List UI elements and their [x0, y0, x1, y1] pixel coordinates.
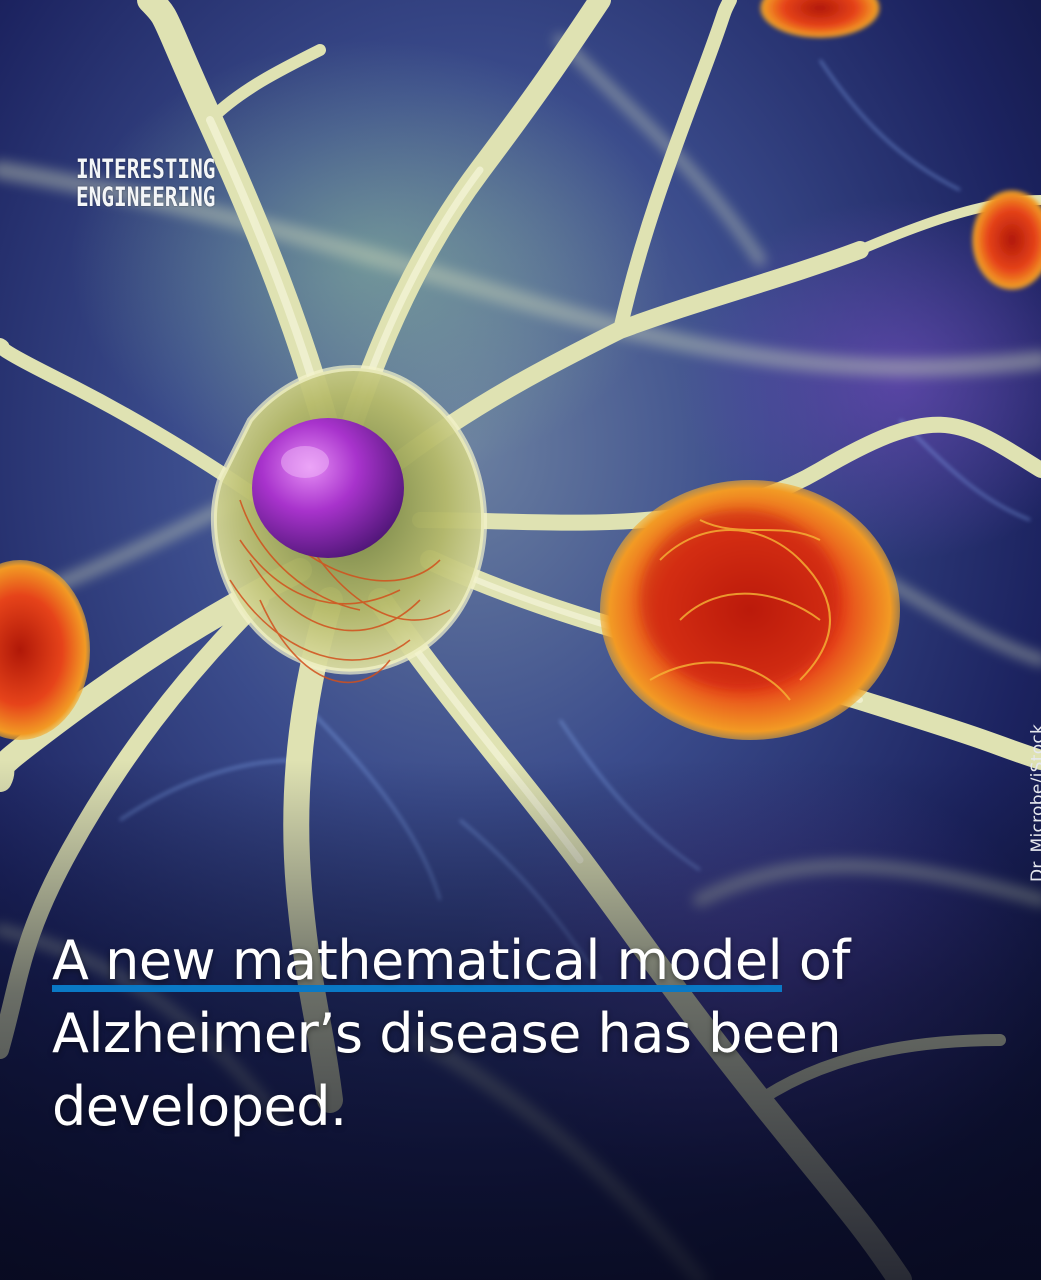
headline-highlight: A new mathematical model [52, 929, 783, 992]
photo-credit: Dr_Microbe/iStock [1028, 723, 1041, 882]
social-post-card: INTERESTING ENGINEERING Dr_Microbe/iStoc… [0, 0, 1041, 1280]
headline-rest: Alzheimer’s disease has been developed. [52, 1002, 842, 1138]
logo-line-1: INTERESTING [76, 154, 216, 185]
logo-line-2: ENGINEERING [76, 182, 216, 213]
headline-rest-line1: of [782, 929, 851, 992]
headline: A new mathematical model of Alzheimer’s d… [52, 924, 982, 1143]
brand-logo: INTERESTING ENGINEERING [76, 156, 232, 212]
